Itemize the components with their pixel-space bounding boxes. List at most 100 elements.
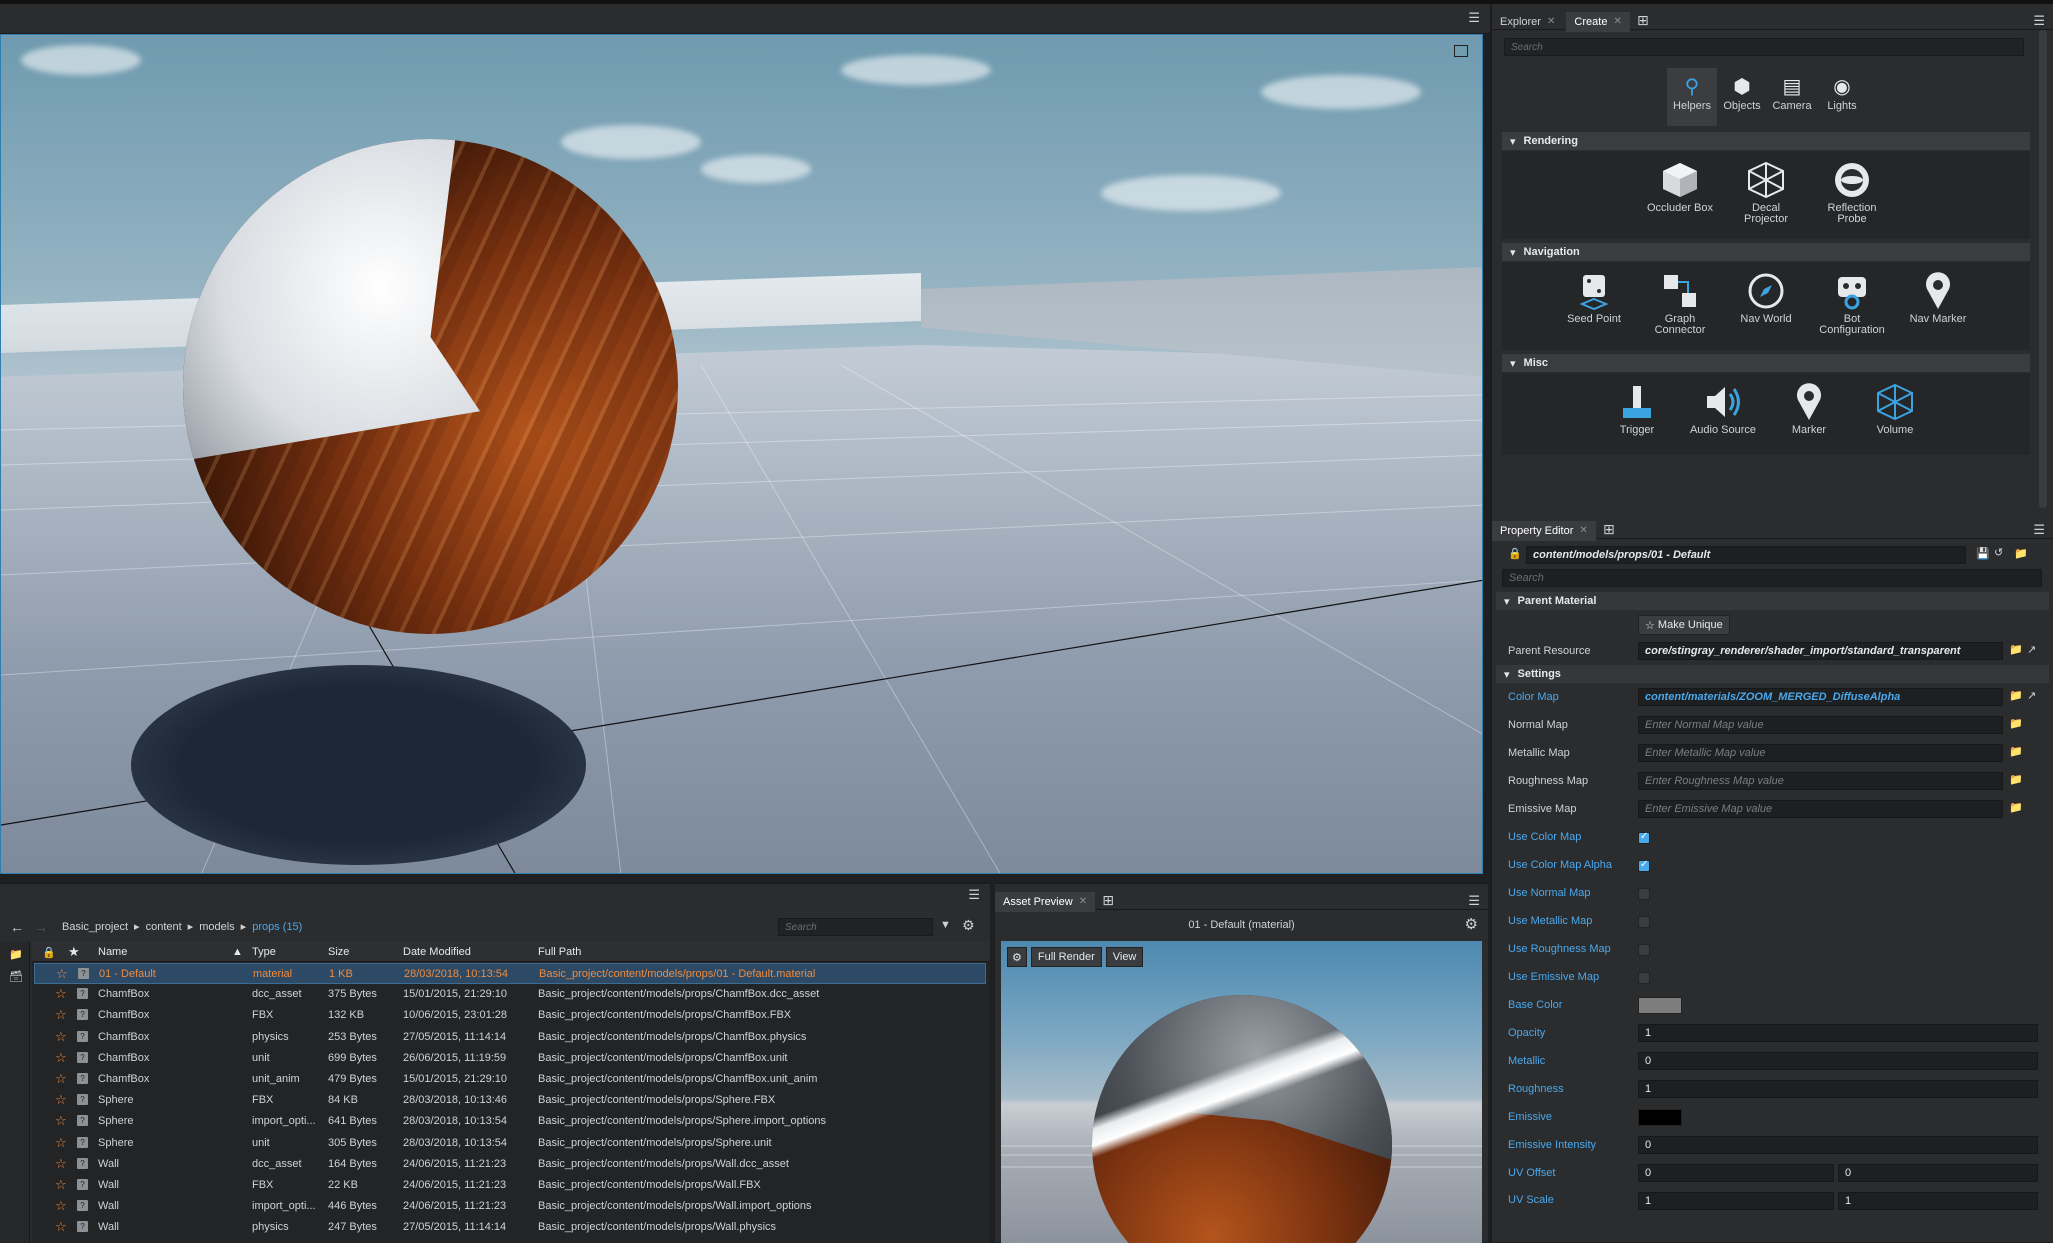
asset-preview-viewport[interactable]: ⚙ Full Render View (1001, 941, 1482, 1243)
tool-bot-configuration[interactable]: Bot Configuration (1809, 268, 1895, 336)
tool-occluder-box[interactable]: Occluder Box (1637, 157, 1723, 214)
close-icon[interactable]: ✕ (1613, 16, 1621, 27)
table-row[interactable]: ☆? ChamfBox FBX 132 KB 10/06/2015, 23:01:28 B… (34, 1005, 986, 1026)
filter-icon[interactable]: ▼ (940, 919, 951, 931)
uv-offset-x-field[interactable]: 0 (1638, 1164, 1834, 1182)
open-external-icon[interactable]: ↗ (2027, 643, 2036, 656)
table-row[interactable]: ☆? Wall physics 247 Bytes 27/05/2015, 11:14:… (34, 1217, 986, 1238)
close-icon[interactable]: ✕ (1079, 896, 1087, 907)
tool-decal-projector[interactable]: Decal Projector (1723, 157, 1809, 225)
create-menu-icon[interactable]: ☰ (2033, 13, 2045, 29)
section-misc[interactable]: ▾ Misc (1502, 354, 2030, 372)
collection-view-icon[interactable]: 🗃 (9, 970, 23, 983)
favorite-star-icon[interactable]: ☆ (55, 1156, 67, 1172)
category-helpers[interactable]: ⚲ Helpers (1667, 68, 1717, 126)
column-date-modified[interactable]: Date Modified (403, 946, 471, 958)
tool-nav-marker[interactable]: Nav Marker (1895, 268, 1981, 325)
folder-icon[interactable]: 📁 (2009, 801, 2023, 814)
table-row[interactable]: ☆? Wall FBX 22 KB 24/06/2015, 11:21:23 Basic_… (34, 1175, 986, 1196)
uv-offset-y-field[interactable]: 0 (1838, 1164, 2038, 1182)
parent-resource-field[interactable]: core/stingray_renderer/shader_import/sta… (1638, 642, 2003, 660)
folder-icon[interactable]: 📁 (2009, 745, 2023, 758)
roughness-map-field[interactable]: Enter Roughness Map value (1638, 772, 2003, 790)
property-menu-icon[interactable]: ☰ (2033, 522, 2045, 538)
breadcrumb-item[interactable]: Basic_project (62, 921, 128, 933)
column-name[interactable]: Name (98, 946, 127, 958)
back-arrow-icon[interactable]: ← (10, 919, 24, 935)
opacity-field[interactable]: 1 (1638, 1024, 2038, 1042)
normal-map-field[interactable]: Enter Normal Map value (1638, 716, 2003, 734)
breadcrumb-item[interactable]: models (199, 921, 234, 933)
create-scrollbar[interactable] (2039, 30, 2047, 508)
favorite-star-icon[interactable]: ☆ (55, 1050, 67, 1066)
settings-gear-icon[interactable]: ⚙ (1465, 915, 1478, 933)
table-row[interactable]: ☆? Sphere import_opti... 641 Bytes 28/03/201… (34, 1111, 986, 1132)
maximize-icon[interactable] (1454, 45, 1468, 57)
tool-audio-source[interactable]: Audio Source (1680, 379, 1766, 436)
tool-volume[interactable]: Volume (1852, 379, 1938, 436)
folder-icon[interactable]: 📁 (2009, 773, 2023, 786)
breadcrumb-current[interactable]: props (15) (252, 921, 302, 933)
asset-preview-menu-icon[interactable]: ☰ (1468, 893, 1480, 909)
resource-path-field[interactable]: content/models/props/01 - Default (1526, 546, 1966, 564)
preview-settings-icon[interactable]: ⚙ (1007, 947, 1027, 967)
color-map-field[interactable]: content/materials/ZOOM_MERGED_DiffuseAlp… (1638, 688, 2003, 706)
section-settings[interactable]: ▾ Settings (1496, 665, 2049, 683)
section-parent-material[interactable]: ▾ Parent Material (1496, 592, 2049, 610)
favorite-star-icon[interactable]: ☆ (55, 1113, 67, 1129)
category-objects[interactable]: ⬢ Objects (1717, 68, 1767, 126)
use-normal-map-checkbox[interactable] (1638, 888, 1650, 900)
favorite-star-icon[interactable]: ☆ (55, 1029, 67, 1045)
emissive-map-field[interactable]: Enter Emissive Map value (1638, 800, 2003, 818)
favorite-star-icon[interactable]: ☆ (55, 986, 67, 1002)
tool-trigger[interactable]: Trigger (1594, 379, 1680, 436)
folder-icon[interactable]: 📁 (2009, 717, 2023, 730)
table-row[interactable]: ☆? Sphere FBX 84 KB 28/03/2018, 10:13:46 Basi… (34, 1090, 986, 1111)
favorite-star-icon[interactable]: ☆ (55, 1007, 67, 1023)
emissive-intensity-field[interactable]: 0 (1638, 1136, 2038, 1154)
table-row[interactable]: ☆? Sphere unit 305 Bytes 28/03/2018, 10:13:5… (34, 1133, 986, 1154)
favorite-star-icon[interactable]: ☆ (55, 1177, 67, 1193)
favorite-star-icon[interactable]: ☆ (55, 1071, 67, 1087)
close-icon[interactable]: ✕ (1579, 525, 1587, 536)
tool-nav-world[interactable]: Nav World (1723, 268, 1809, 325)
table-row[interactable]: ☆? ChamfBox physics 253 Bytes 27/05/2015, 11… (34, 1027, 986, 1048)
favorite-star-icon[interactable]: ☆ (55, 1092, 67, 1108)
uv-scale-x-field[interactable]: 1 (1638, 1192, 1834, 1210)
lock-column-icon[interactable]: 🔒 (42, 946, 56, 959)
make-unique-button[interactable]: ☆ Make Unique (1638, 615, 1730, 635)
tool-seed-point[interactable]: Seed Point (1551, 268, 1637, 325)
category-camera[interactable]: ▤ Camera (1767, 68, 1817, 126)
table-row[interactable]: ☆? ChamfBox unit 699 Bytes 26/06/2015, 11:19… (34, 1048, 986, 1069)
breadcrumb-item[interactable]: content (146, 921, 182, 933)
table-row[interactable]: ☆? ChamfBox unit_anim 479 Bytes 15/01/2015, … (34, 1069, 986, 1090)
section-navigation[interactable]: ▾ Navigation (1502, 243, 2030, 261)
folder-icon[interactable]: 📁 (2014, 547, 2028, 560)
category-lights[interactable]: ◉ Lights (1817, 68, 1867, 126)
emissive-color-swatch[interactable] (1638, 1109, 1682, 1126)
lock-icon[interactable]: 🔒 (1508, 547, 1522, 560)
settings-gear-icon[interactable]: ⚙ (962, 917, 975, 934)
tool-reflection-probe[interactable]: Reflection Probe (1809, 157, 1895, 225)
metallic-map-field[interactable]: Enter Metallic Map value (1638, 744, 2003, 762)
property-search-input[interactable]: Search (1502, 569, 2042, 587)
tab-property-editor[interactable]: Property Editor ✕ (1492, 520, 1596, 541)
favorite-column-icon[interactable]: ★ (68, 944, 80, 960)
table-row[interactable]: ☆? 01 - Default material 1 KB 28/03/2018, 10… (34, 963, 986, 984)
material-sphere[interactable] (183, 139, 678, 634)
favorite-star-icon[interactable]: ☆ (55, 1135, 67, 1151)
open-external-icon[interactable]: ↗ (2027, 689, 2036, 702)
column-type[interactable]: Type (252, 946, 276, 958)
use-roughness-map-checkbox[interactable] (1638, 944, 1650, 956)
revert-icon[interactable]: ↺ (1994, 546, 2003, 559)
folder-icon[interactable]: 📁 (2009, 689, 2023, 702)
scene-viewport[interactable] (0, 34, 1483, 874)
favorite-star-icon[interactable]: ☆ (56, 966, 68, 982)
tab-explorer[interactable]: Explorer ✕ (1492, 12, 1563, 32)
uv-scale-y-field[interactable]: 1 (1838, 1192, 2038, 1210)
metallic-field[interactable]: 0 (1638, 1052, 2038, 1070)
create-search-input[interactable]: Search (1504, 38, 2024, 56)
base-color-swatch[interactable] (1638, 997, 1682, 1014)
tool-marker[interactable]: Marker (1766, 379, 1852, 436)
table-row[interactable]: ☆? Wall dcc_asset 164 Bytes 24/06/2015, 11:2… (34, 1154, 986, 1175)
